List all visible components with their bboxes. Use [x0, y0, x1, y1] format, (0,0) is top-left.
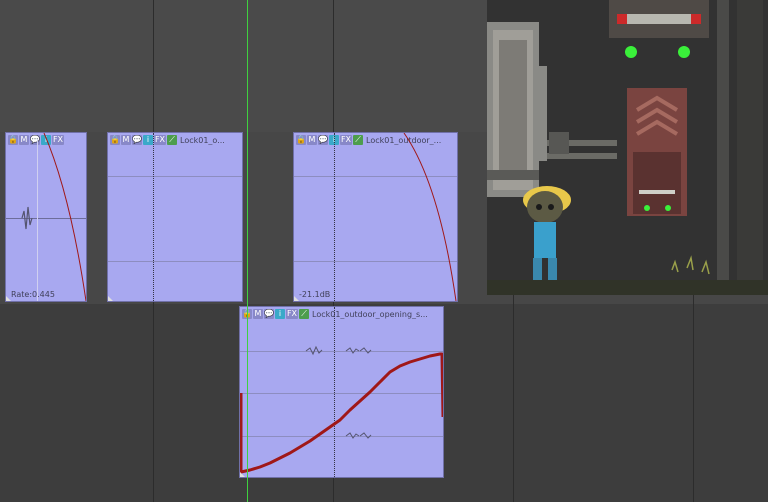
rate-label: Rate:0.445 [11, 290, 55, 299]
volume-envelope [403, 133, 457, 301]
clip-c-graphics [403, 133, 457, 301]
audio-clip-a[interactable]: 🔒 M 💬 i FX Rate:0.445 [5, 132, 87, 302]
fx-button[interactable]: FX [154, 135, 166, 145]
waveform [359, 347, 372, 354]
lock-icon[interactable]: 🔒 [110, 135, 120, 145]
clip-name: Lock01_o... [180, 135, 225, 145]
gain-label: -21.1dB [299, 290, 331, 299]
waveform [305, 345, 323, 356]
clip-corner-handle[interactable] [294, 296, 299, 301]
volume-envelope [43, 133, 86, 301]
clip-d-graphics [240, 345, 443, 474]
info-icon[interactable]: i [143, 135, 153, 145]
waveform [359, 432, 372, 439]
mute-button[interactable]: M [121, 135, 131, 145]
game-preview [487, 0, 768, 295]
industrial-door-icon [487, 22, 539, 197]
playhead[interactable] [247, 0, 248, 502]
waveform [345, 347, 360, 354]
audio-clip-b[interactable]: 🔒 M 💬 i FX ⟋ Lock01_o... [107, 132, 243, 302]
comment-icon[interactable]: 💬 [132, 135, 142, 145]
clip-corner-handle[interactable] [240, 472, 245, 477]
clip-a-graphics [21, 133, 86, 301]
track-line [108, 261, 242, 262]
loop-marker [153, 133, 154, 301]
clip-header: 🔒 M 💬 i FX ⟋ Lock01_o... [110, 134, 240, 146]
track-line [108, 176, 242, 177]
clip-corner-handle[interactable] [6, 296, 11, 301]
envelope-icon[interactable]: ⟋ [167, 135, 177, 145]
waveform [345, 432, 360, 439]
volume-envelope [240, 352, 443, 474]
game-scene [487, 0, 768, 295]
audio-clip-c[interactable]: 🔒 M 💬 i FX ⟋ Lock01_outdoor_... -21.1dB [293, 132, 458, 302]
audio-clip-d[interactable]: 🔒 M 💬 i FX ⟋ Lock01_outdoor_opening_s... [239, 306, 444, 478]
waveform [21, 206, 33, 230]
clip-corner-handle[interactable] [108, 296, 113, 301]
